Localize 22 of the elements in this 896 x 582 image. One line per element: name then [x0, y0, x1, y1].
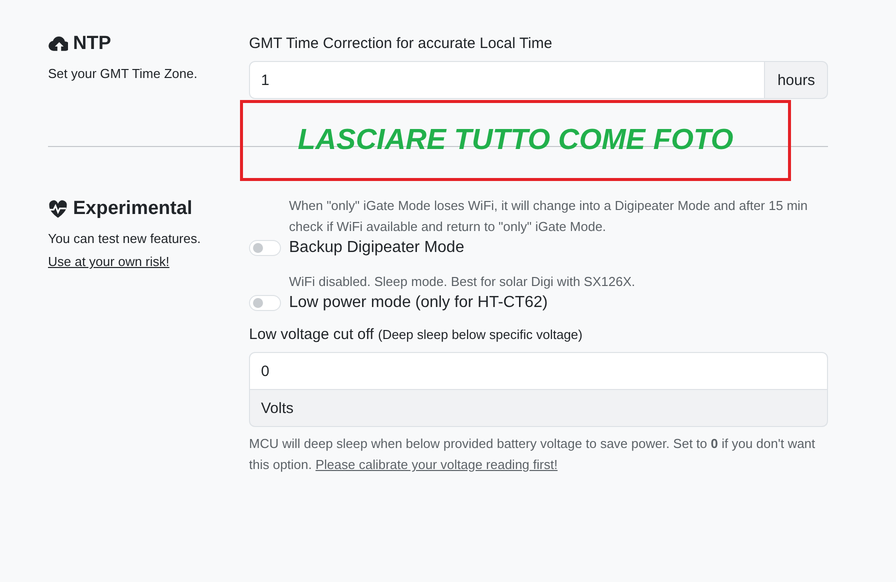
annotation-text: LASCIARE TUTTO COME FOTO: [298, 124, 734, 157]
section-description: You can test new features.: [48, 231, 202, 246]
unit-addon: hours: [765, 61, 828, 99]
help-text: WiFi disabled. Sleep mode. Best for solar Digi with SX126X.: [288, 273, 636, 291]
unit-addon: Volts: [249, 390, 828, 427]
toggle-switch[interactable]: [249, 295, 281, 311]
calibrate-link[interactable]: Please calibrate your voltage reading first!: [316, 454, 558, 475]
input-field[interactable]: 1: [249, 61, 766, 99]
input-field[interactable]: 0: [249, 352, 828, 390]
switch-label: Low power mode (only for HT-CT62): [289, 294, 548, 312]
field-label: GMT Time Correction for accurate Local Time: [249, 35, 554, 52]
section-description: Set your GMT Time Zone.: [48, 66, 198, 81]
help-text: MCU will deep sleep when below provided battery voltage to save power. Set to 0 if you don't want this option. Please calibrate your voltage reading first!: [249, 433, 828, 475]
heart-pulse-icon: [48, 199, 68, 219]
switch-label: Backup Digipeater Mode: [289, 239, 464, 257]
help-text: When "only" iGate Mode loses WiFi, it will change into a Digipeater Mode and after 15 min check if WiFi available and return to "only" iGate Mode.: [288, 197, 809, 236]
section-title: NTP: [73, 33, 111, 55]
toggle-switch[interactable]: [249, 240, 281, 256]
cloud-upload-icon: [48, 34, 68, 54]
section-title: Experimental: [73, 198, 192, 220]
field-label: Low voltage cut off (Deep sleep below specific voltage): [249, 326, 584, 343]
risk-link[interactable]: Use at your own risk!: [48, 254, 170, 269]
